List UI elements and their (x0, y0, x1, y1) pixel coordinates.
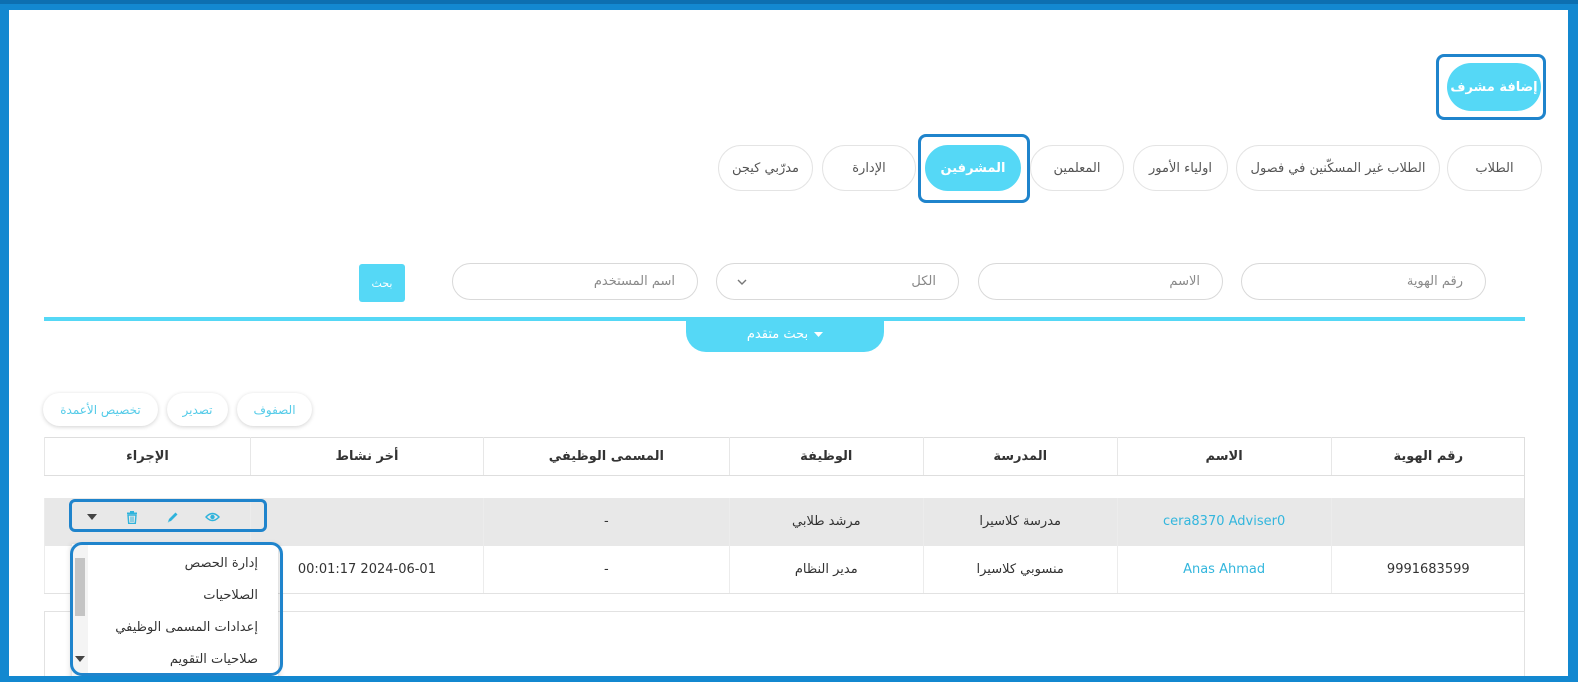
trash-icon (127, 510, 137, 524)
cell-id (1330, 497, 1525, 546)
cell-last-activity: 2024-06-01 00:01:17 (249, 545, 484, 594)
chevron-down-icon (737, 279, 747, 285)
column-header-last-activity[interactable]: أخر نشاط (249, 437, 484, 476)
cell-name-link[interactable]: cera8370 Adviser0 (1116, 497, 1332, 546)
advanced-search-label: بحث متقدم (746, 327, 809, 342)
search-button[interactable]: بحث (359, 264, 405, 302)
add-supervisor-button[interactable]: إضافة مشرف (1447, 63, 1541, 111)
column-header-school[interactable]: المدرسة (922, 437, 1118, 476)
tab-supervisors[interactable]: المشرفين (925, 145, 1021, 191)
table-row: cera8370 Adviser0 مدرسة كلاسيرا مرشد طلا… (44, 497, 1525, 546)
table-header-row: رقم الهوية الاسم المدرسة الوظيفة المسمى … (44, 437, 1525, 476)
dropdown-toggle[interactable] (72, 514, 112, 520)
username-input[interactable] (452, 263, 698, 300)
tab-students[interactable]: الطلاب (1447, 145, 1542, 191)
cell-job: مدير النظام (728, 545, 924, 594)
row-actions (72, 504, 262, 530)
table-left-border (44, 612, 45, 682)
column-header-id[interactable]: رقم الهوية (1330, 437, 1525, 476)
cell-job-title: - (482, 497, 730, 546)
tab-unassigned-students[interactable]: الطلاب غير المسكّنين في فصول (1236, 145, 1440, 191)
caret-down-icon (814, 331, 824, 337)
caret-down-icon (87, 514, 97, 520)
menu-item-job-title-settings[interactable]: إعدادات المسمى الوظيفي (72, 611, 278, 643)
customize-columns-button[interactable]: تخصيص الأعمدة (43, 393, 158, 426)
menu-item-permissions[interactable]: الصلاحيات (72, 579, 278, 611)
column-header-job[interactable]: الوظيفة (728, 437, 924, 476)
cell-school: مدرسة كلاسيرا (922, 497, 1118, 546)
table-right-border (1524, 612, 1525, 682)
view-button[interactable] (192, 512, 232, 522)
scroll-down-arrow-icon[interactable] (75, 656, 85, 662)
column-header-job-title[interactable]: المسمى الوظيفي (482, 437, 730, 476)
name-input[interactable] (978, 263, 1223, 300)
menu-item-manage-periods[interactable]: إدارة الحصص (72, 547, 278, 579)
menu-item-calendar-permissions[interactable]: صلاحيات التقويم (72, 643, 278, 675)
menu-scrollbar-thumb[interactable] (75, 558, 85, 616)
tab-parents[interactable]: اولياء الأمور (1133, 145, 1228, 191)
tab-teachers[interactable]: المعلمين (1030, 145, 1124, 191)
table-border (1524, 437, 1525, 612)
id-number-input[interactable] (1241, 263, 1486, 300)
rows-button[interactable]: الصفوف (237, 393, 312, 426)
pencil-icon (167, 512, 177, 522)
filter-select[interactable]: الكل (716, 263, 959, 300)
column-header-action: الإجراء (44, 437, 251, 476)
row-action-menu: إدارة الحصص الصلاحيات إعدادات المسمى الو… (72, 544, 278, 679)
column-header-name[interactable]: الاسم (1116, 437, 1332, 476)
delete-button[interactable] (112, 510, 152, 524)
tab-administration[interactable]: الإدارة (822, 145, 916, 191)
eye-icon (204, 512, 220, 522)
advanced-search-toggle[interactable]: بحث متقدم (686, 317, 884, 352)
cell-name-link[interactable]: Anas Ahmad (1116, 545, 1332, 594)
export-button[interactable]: تصدير (167, 393, 228, 426)
cell-job: مرشد طلابي (728, 497, 924, 546)
cell-last-activity (249, 497, 484, 546)
cell-school: منسوبي كلاسيرا (922, 545, 1118, 594)
filter-select-value: الكل (911, 274, 936, 289)
cell-job-title: - (482, 545, 730, 594)
cell-id: 9991683599 (1330, 545, 1525, 594)
edit-button[interactable] (152, 511, 192, 524)
tab-kegen-trainers[interactable]: مدرّبي كيجن (718, 145, 813, 191)
